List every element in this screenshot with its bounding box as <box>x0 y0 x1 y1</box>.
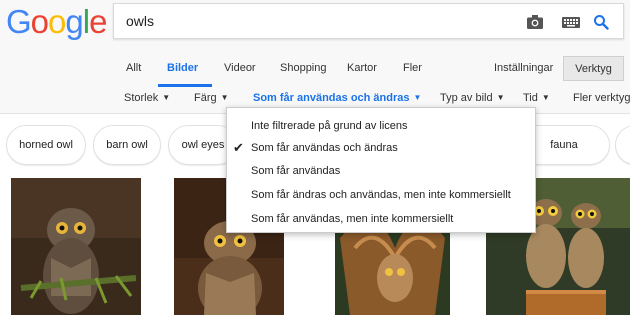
search-box <box>113 3 624 39</box>
owl-image-1[interactable] <box>11 178 141 315</box>
filter-usage-label: Som får användas och ändras <box>253 92 410 104</box>
active-tab-indicator <box>158 84 212 87</box>
dropdown-item-reuse-modify[interactable]: ✔ Som får användas och ändras <box>227 138 535 158</box>
dropdown-item-label: Som får ändras och användas, men inte ko… <box>251 189 511 201</box>
dropdown-item-label: Som får användas, men inte kommersiellt <box>251 213 454 225</box>
tab-maps[interactable]: Kartor <box>347 62 377 74</box>
chip-partial[interactable] <box>615 125 630 165</box>
filter-size-label: Storlek <box>124 92 159 104</box>
dropdown-item-label: Som får användas och ändras <box>251 142 398 154</box>
dropdown-item-not-filtered[interactable]: Inte filtrerade på grund av licens <box>227 116 535 136</box>
tab-videos[interactable]: Videor <box>224 62 256 74</box>
logo-letter: g <box>65 3 83 40</box>
dropdown-item-reuse-modify-noncommercial[interactable]: Som får ändras och användas, men inte ko… <box>227 185 535 205</box>
header-bar: Google Allt Bilder Videor Shopping Karto… <box>0 0 630 114</box>
tab-shopping[interactable]: Shopping <box>280 62 327 74</box>
checkmark-icon: ✔ <box>233 140 244 155</box>
keyboard-icon[interactable] <box>562 12 580 32</box>
caret-down-icon: ▼ <box>220 93 229 102</box>
google-logo[interactable]: Google <box>6 3 107 41</box>
filter-time-label: Tid <box>523 92 538 104</box>
filter-type-label: Typ av bild <box>440 92 493 104</box>
tab-more[interactable]: Fler <box>403 62 422 74</box>
chip-label: barn owl <box>106 139 148 151</box>
caret-down-icon: ▼ <box>496 93 505 102</box>
chip-label: horned owl <box>19 139 73 151</box>
caret-down-icon: ▼ <box>541 93 550 102</box>
logo-letter: e <box>89 3 107 40</box>
chip-barn-owl[interactable]: barn owl <box>93 125 161 165</box>
tab-images[interactable]: Bilder <box>167 62 198 74</box>
dropdown-item-label: Inte filtrerade på grund av licens <box>251 120 408 132</box>
caret-down-icon: ▼ <box>413 93 422 102</box>
filter-color-label: Färg <box>194 92 217 104</box>
caret-down-icon: ▼ <box>162 93 171 102</box>
camera-icon[interactable] <box>527 12 543 32</box>
settings-button[interactable]: Inställningar <box>494 62 553 74</box>
dropdown-item-label: Som får användas <box>251 165 341 177</box>
filter-size[interactable]: Storlek ▼ <box>124 92 170 104</box>
logo-letter: o <box>30 3 49 40</box>
tools-button-label: Verktyg <box>575 62 612 75</box>
logo-letter: G <box>6 3 32 40</box>
filter-type[interactable]: Typ av bild ▼ <box>440 92 505 104</box>
search-icon[interactable] <box>593 12 609 32</box>
filter-usage-rights[interactable]: Som får användas och ändras ▼ <box>253 92 421 104</box>
chip-label: fauna <box>550 139 578 151</box>
search-input[interactable] <box>126 12 506 30</box>
filter-time[interactable]: Tid ▼ <box>523 92 550 104</box>
usage-rights-dropdown: Inte filtrerade på grund av licens ✔ Som… <box>226 107 536 233</box>
filter-more-tools[interactable]: Fler verktyg <box>573 92 630 104</box>
dropdown-item-reuse[interactable]: Som får användas <box>227 161 535 181</box>
tab-all[interactable]: Allt <box>126 62 141 74</box>
tools-button[interactable]: Verktyg <box>563 56 624 81</box>
logo-letter: o <box>48 3 66 40</box>
filter-color[interactable]: Färg ▼ <box>194 92 229 104</box>
dropdown-item-reuse-noncommercial[interactable]: Som får användas, men inte kommersiellt <box>227 209 535 229</box>
chip-horned-owl[interactable]: horned owl <box>6 125 86 165</box>
chip-label: owl eyes <box>181 139 225 151</box>
